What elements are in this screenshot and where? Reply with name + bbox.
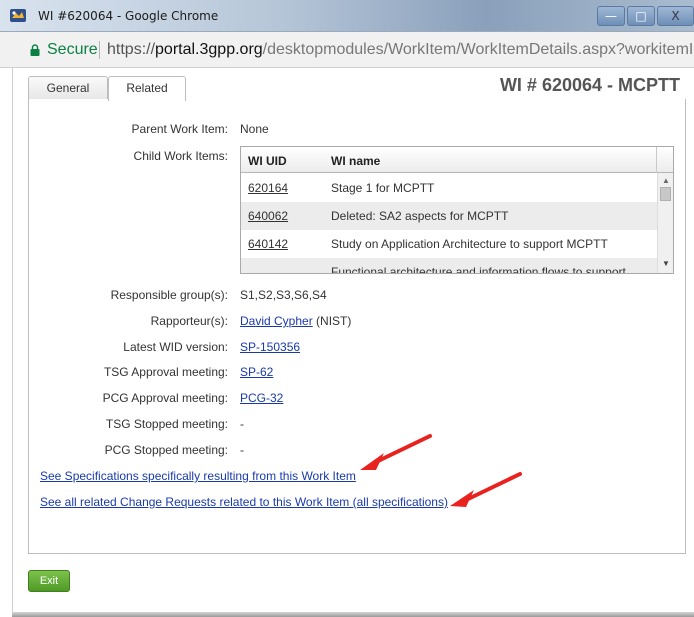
- url-text[interactable]: https://portal.3gpp.org/desktopmodules/W…: [107, 41, 694, 59]
- address-bar[interactable]: Secure https://portal.3gpp.org/desktopmo…: [0, 32, 694, 68]
- secure-label: Secure: [47, 41, 98, 58]
- table-row[interactable]: Functional architecture and information …: [241, 258, 658, 274]
- grid-header-name[interactable]: WI name: [331, 154, 380, 168]
- parent-work-item-label: Parent Work Item:: [131, 122, 228, 136]
- rapporteurs-value: David Cypher (NIST): [240, 314, 351, 328]
- pcg-stopped-value: -: [240, 443, 244, 457]
- lock-icon: [30, 44, 40, 56]
- red-arrow-icon: [450, 472, 522, 507]
- grid-scrollbar[interactable]: ▲ ▼: [657, 173, 673, 273]
- child-work-items-grid[interactable]: WI UID WI name 620164 Stage 1 for MCPTT …: [240, 146, 674, 274]
- chrome-app-icon: [10, 9, 26, 22]
- child-wi-uid-link[interactable]: 640142: [248, 237, 288, 251]
- scroll-thumb[interactable]: [660, 187, 671, 201]
- child-wi-uid-link[interactable]: 640062: [248, 209, 288, 223]
- scroll-up-arrow-icon[interactable]: ▲: [662, 176, 670, 185]
- tsg-stopped-label: TSG Stopped meeting:: [105, 417, 228, 431]
- tab-related[interactable]: Related: [108, 76, 186, 101]
- scroll-down-arrow-icon[interactable]: ▼: [662, 259, 670, 268]
- minimize-button[interactable]: —: [597, 6, 625, 26]
- table-row[interactable]: 640062 Deleted: SA2 aspects for MCPTT: [241, 202, 658, 230]
- pcg-approval-link[interactable]: PCG-32: [240, 391, 283, 405]
- pcg-approval-label: PCG Approval meeting:: [102, 391, 228, 405]
- grid-header: WI UID WI name: [241, 147, 673, 173]
- table-row[interactable]: 640142 Study on Application Architecture…: [241, 230, 658, 258]
- address-separator: [99, 41, 100, 59]
- rapporteurs-label: Rapporteur(s):: [150, 314, 228, 328]
- child-wi-name: Study on Application Architecture to sup…: [331, 237, 608, 251]
- grid-header-separator: [656, 147, 657, 173]
- child-wi-name: Deleted: SA2 aspects for MCPTT: [331, 209, 509, 223]
- page-title: WI # 620064 - MCPTT: [499, 75, 680, 95]
- change-requests-link[interactable]: See all related Change Requests related …: [40, 495, 448, 509]
- rapporteur-org: (NIST): [312, 314, 352, 328]
- window-title: WI #620064 - Google Chrome: [38, 9, 219, 23]
- responsible-groups-label: Responsible group(s):: [110, 288, 228, 302]
- parent-work-item-value: None: [240, 122, 269, 136]
- table-row[interactable]: 620164 Stage 1 for MCPTT: [241, 174, 658, 202]
- window-bottom-edge: [12, 612, 694, 617]
- red-arrow-icon: [360, 434, 432, 470]
- tab-general[interactable]: General: [28, 76, 108, 100]
- url-scheme: https://: [107, 41, 156, 58]
- tsg-approval-link[interactable]: SP-62: [240, 365, 273, 379]
- url-path: /desktopmodules/WorkItem/WorkItemDetails…: [262, 41, 694, 58]
- maximize-button[interactable]: □: [627, 6, 655, 26]
- exit-button[interactable]: Exit: [28, 570, 70, 592]
- child-wi-uid-link[interactable]: 620164: [248, 181, 288, 195]
- close-window-button[interactable]: X: [657, 6, 694, 26]
- child-wi-name: Functional architecture and information …: [331, 265, 626, 274]
- rapporteur-link[interactable]: David Cypher: [240, 314, 313, 328]
- specifications-link[interactable]: See Specifications specifically resultin…: [40, 469, 356, 483]
- window-title-bar: WI #620064 - Google Chrome — □ X: [0, 0, 694, 32]
- grid-header-uid[interactable]: WI UID: [248, 154, 287, 168]
- child-work-items-label: Child Work Items:: [133, 149, 228, 163]
- latest-wid-label: Latest WID version:: [123, 340, 228, 354]
- tsg-stopped-value: -: [240, 417, 244, 431]
- latest-wid-link[interactable]: SP-150356: [240, 340, 300, 354]
- child-wi-name: Stage 1 for MCPTT: [331, 181, 435, 195]
- url-host: portal.3gpp.org: [155, 41, 263, 58]
- tsg-approval-label: TSG Approval meeting:: [103, 365, 228, 379]
- pcg-stopped-label: PCG Stopped meeting:: [104, 443, 228, 457]
- responsible-groups-value: S1,S2,S3,S6,S4: [240, 288, 327, 302]
